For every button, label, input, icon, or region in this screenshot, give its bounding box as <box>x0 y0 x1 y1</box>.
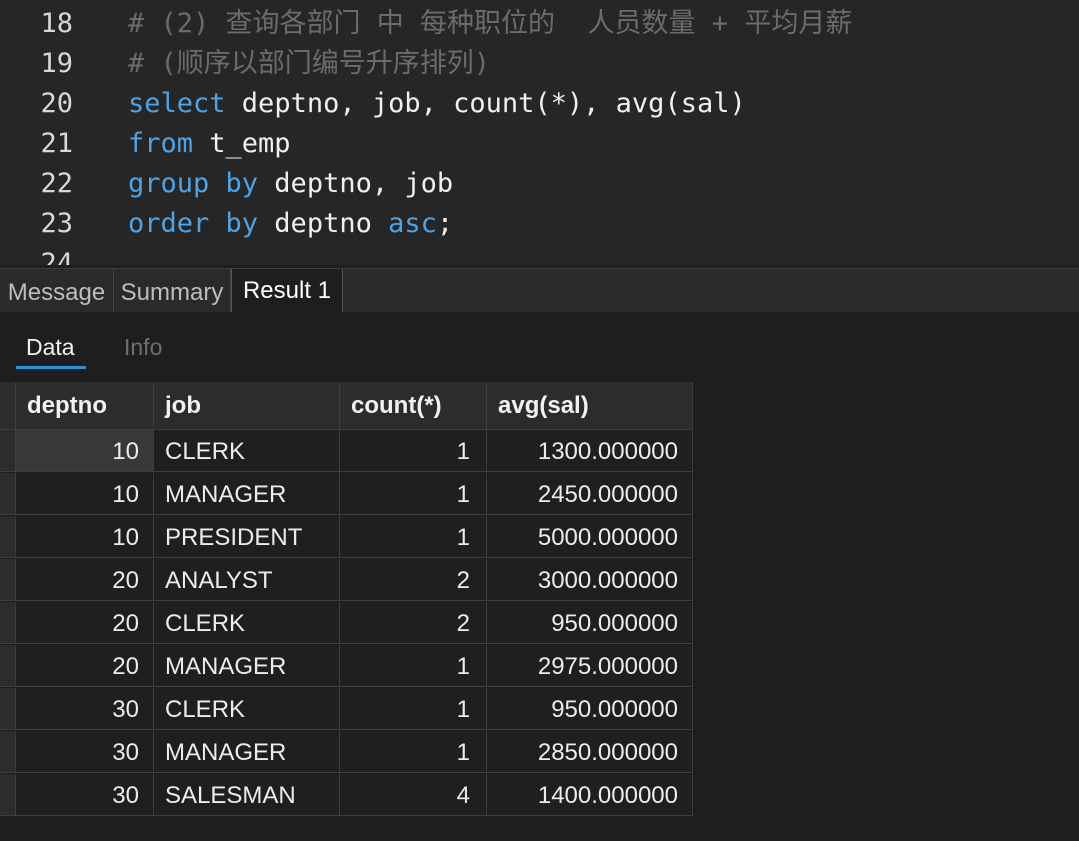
tab-message[interactable]: Message <box>0 269 114 313</box>
code-line[interactable]: 22 group by deptno, job <box>0 164 1079 204</box>
sql-keyword: order by <box>128 208 259 239</box>
row-indicator[interactable] <box>0 516 16 558</box>
sql-keyword: from <box>128 128 194 159</box>
line-number: 22 <box>40 168 73 199</box>
cell-count[interactable]: 1 <box>340 688 487 730</box>
line-number: 20 <box>40 88 73 119</box>
cell-deptno[interactable]: 30 <box>16 731 154 773</box>
cell-job[interactable]: CLERK <box>154 688 340 730</box>
header-job[interactable]: job <box>154 382 340 430</box>
cell-avg-sal[interactable]: 950.000000 <box>487 602 693 644</box>
tab-summary[interactable]: Summary <box>114 269 231 313</box>
cell-job[interactable]: CLERK <box>154 602 340 644</box>
cell-job[interactable]: CLERK <box>154 430 340 472</box>
result-tab-bar: Message Summary Result 1 <box>0 268 1079 314</box>
cell-deptno[interactable]: 10 <box>16 473 154 515</box>
cell-deptno[interactable]: 20 <box>16 559 154 601</box>
row-indicator[interactable] <box>0 473 16 515</box>
result-sub-tabs: Data Info <box>0 312 1079 382</box>
cell-avg-sal[interactable]: 1300.000000 <box>487 430 693 472</box>
code-text: select deptno, job, count(*), avg(sal) <box>128 84 746 124</box>
code-text: # (顺序以部门编号升序排列) <box>128 44 490 84</box>
cell-avg-sal[interactable]: 3000.000000 <box>487 559 693 601</box>
cell-deptno[interactable]: 30 <box>16 688 154 730</box>
tab-result-1[interactable]: Result 1 <box>231 269 343 314</box>
row-indicator[interactable] <box>0 430 16 472</box>
row-indicator[interactable] <box>0 559 16 601</box>
code-line[interactable]: 21 from t_emp <box>0 124 1079 164</box>
sql-keyword: asc <box>388 208 437 239</box>
line-number: 18 <box>40 8 73 39</box>
active-subtab-underline <box>16 366 86 369</box>
cell-count[interactable]: 1 <box>340 731 487 773</box>
cell-job[interactable]: SALESMAN <box>154 774 340 816</box>
line-number: 24 <box>40 248 73 265</box>
row-indicator[interactable] <box>0 774 16 816</box>
cell-count[interactable]: 1 <box>340 473 487 515</box>
sql-text: ; <box>436 208 454 239</box>
line-number: 23 <box>40 208 73 239</box>
code-line[interactable]: 20 select deptno, job, count(*), avg(sal) <box>0 84 1079 124</box>
row-indicator[interactable] <box>0 645 16 687</box>
header-deptno[interactable]: deptno <box>16 382 154 430</box>
tab-message-label: Message <box>7 279 106 306</box>
code-line[interactable]: 18 # (2) 查询各部门 中 每种职位的 人员数量 + 平均月薪 <box>0 4 1079 44</box>
code-line[interactable]: 23 order by deptno asc; <box>0 204 1079 244</box>
cell-job[interactable]: MANAGER <box>154 731 340 773</box>
cell-deptno[interactable]: 30 <box>16 774 154 816</box>
sql-comment: # (2) 查询各部门 中 每种职位的 人员数量 + 平均月薪 <box>128 8 853 39</box>
row-indicator[interactable] <box>0 602 16 644</box>
cell-deptno[interactable]: 20 <box>16 602 154 644</box>
header-avg-sal[interactable]: avg(sal) <box>487 382 693 430</box>
code-text: from t_emp <box>128 124 291 164</box>
cell-avg-sal[interactable]: 1400.000000 <box>487 774 693 816</box>
cell-job[interactable]: ANALYST <box>154 559 340 601</box>
cell-count[interactable]: 2 <box>340 559 487 601</box>
cell-count[interactable]: 4 <box>340 774 487 816</box>
cell-deptno[interactable]: 10 <box>16 430 154 472</box>
sql-text: deptno, job <box>258 168 454 199</box>
cell-job[interactable]: MANAGER <box>154 473 340 515</box>
row-indicator[interactable] <box>0 688 16 730</box>
row-indicator-header <box>0 382 16 430</box>
subtab-data[interactable]: Data <box>26 334 75 361</box>
tab-summary-label: Summary <box>120 279 224 306</box>
code-line[interactable]: 24 <box>0 244 1079 265</box>
sql-text: t_emp <box>193 128 291 159</box>
sql-text: deptno, job, count(*), avg(sal) <box>225 88 746 119</box>
cell-avg-sal[interactable]: 2450.000000 <box>487 473 693 515</box>
header-count[interactable]: count(*) <box>340 382 487 430</box>
code-text: order by deptno asc; <box>128 204 453 244</box>
cell-deptno[interactable]: 10 <box>16 516 154 558</box>
cell-avg-sal[interactable]: 5000.000000 <box>487 516 693 558</box>
cell-job[interactable]: PRESIDENT <box>154 516 340 558</box>
cell-avg-sal[interactable]: 2975.000000 <box>487 645 693 687</box>
cell-deptno[interactable]: 20 <box>16 645 154 687</box>
sql-comment: # (顺序以部门编号升序排列) <box>128 48 491 79</box>
line-number: 21 <box>40 128 73 159</box>
code-line[interactable]: 19 # (顺序以部门编号升序排列) <box>0 44 1079 84</box>
cell-count[interactable]: 1 <box>340 516 487 558</box>
sql-keyword: select <box>128 88 226 119</box>
code-text: group by deptno, job <box>128 164 453 204</box>
sql-keyword: group by <box>128 168 259 199</box>
cell-count[interactable]: 1 <box>340 430 487 472</box>
cell-job[interactable]: MANAGER <box>154 645 340 687</box>
cell-count[interactable]: 2 <box>340 602 487 644</box>
sql-text: deptno <box>258 208 389 239</box>
cell-count[interactable]: 1 <box>340 645 487 687</box>
code-text: # (2) 查询各部门 中 每种职位的 人员数量 + 平均月薪 <box>128 4 852 44</box>
tab-result-1-label: Result 1 <box>242 277 332 304</box>
line-number: 19 <box>40 48 73 79</box>
subtab-info[interactable]: Info <box>124 334 162 361</box>
sql-editor[interactable]: 18 # (2) 查询各部门 中 每种职位的 人员数量 + 平均月薪 19 # (顺序… <box>0 0 1079 265</box>
row-indicator[interactable] <box>0 731 16 773</box>
cell-avg-sal[interactable]: 2850.000000 <box>487 731 693 773</box>
cell-avg-sal[interactable]: 950.000000 <box>487 688 693 730</box>
